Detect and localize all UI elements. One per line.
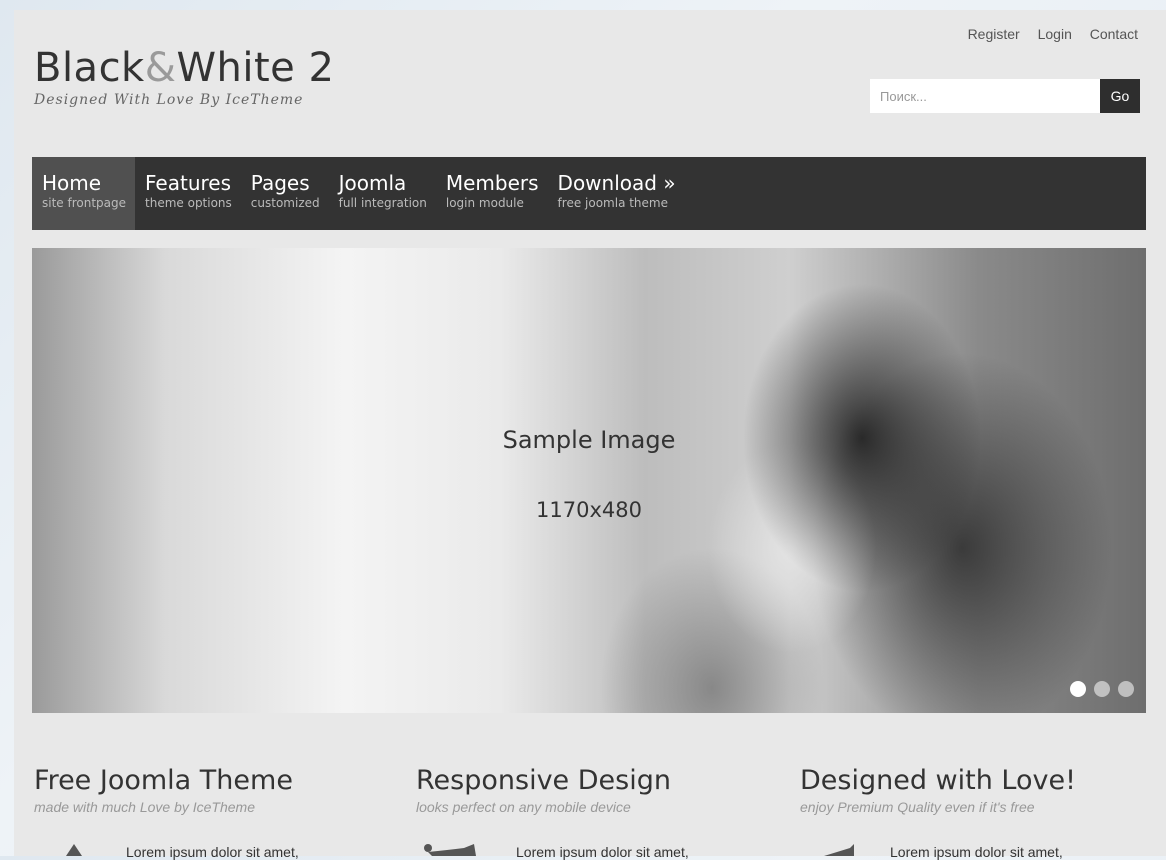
slider-dot-1[interactable] (1070, 681, 1086, 697)
nav-desc: theme options (145, 196, 232, 210)
slider-dot-2[interactable] (1094, 681, 1110, 697)
nav-item-pages[interactable]: Pages customized (241, 157, 329, 230)
nav-label: Features (145, 171, 232, 195)
main-nav: Home site frontpage Features theme optio… (32, 157, 1146, 230)
nav-item-members[interactable]: Members login module (436, 157, 548, 230)
slider-pagination (1070, 681, 1134, 697)
nav-label: Joomla (338, 171, 407, 195)
search-input[interactable] (870, 79, 1100, 113)
nav-label: Members (445, 171, 539, 195)
logo-tagline: Designed With Love By IceTheme (34, 92, 304, 108)
logo-ampersand: & (144, 45, 177, 91)
nav-item-joomla[interactable]: Joomla full integration (329, 157, 436, 230)
search-form: Go (870, 79, 1140, 113)
nav-desc: customized (250, 196, 320, 210)
logo-word-white: White 2 (176, 45, 335, 91)
feature-title: Free Joomla Theme (34, 765, 293, 796)
nav-item-home[interactable]: Home site frontpage (32, 157, 136, 230)
nav-desc: free joomla theme (557, 196, 668, 210)
site-logo[interactable]: Black&White 2 Designed With Love By IceT… (34, 46, 334, 108)
feature-body: Lorem ipsum dolor sit amet, (126, 844, 299, 860)
nav-desc: login module (445, 196, 524, 210)
heart-icon (824, 844, 854, 856)
feature-block: Responsive Design looks perfect on any m… (416, 765, 776, 860)
feature-title: Designed with Love! (800, 765, 1076, 796)
nav-label: Home (42, 171, 102, 195)
register-link[interactable]: Register (968, 26, 1020, 42)
devices-icon (424, 844, 476, 856)
feature-tagline: looks perfect on any mobile device (416, 799, 631, 815)
feature-tagline: enjoy Premium Quality even if it's free (800, 799, 1035, 815)
nav-item-download[interactable]: Download » free joomla theme (548, 157, 685, 230)
search-go-button[interactable]: Go (1100, 79, 1140, 113)
slider-dot-3[interactable] (1118, 681, 1134, 697)
nav-label: Download » (557, 171, 676, 195)
nav-item-features[interactable]: Features theme options (135, 157, 241, 230)
nav-desc: full integration (338, 196, 427, 210)
logo-title: Black&White 2 (34, 46, 334, 90)
nav-desc: site frontpage (42, 196, 127, 210)
feature-block: Free Joomla Theme made with much Love by… (34, 765, 394, 860)
nav-label: Pages (250, 171, 310, 195)
feature-body: Lorem ipsum dolor sit amet, (516, 844, 689, 860)
feature-title: Responsive Design (416, 765, 671, 796)
feature-tagline: made with much Love by IceTheme (34, 799, 255, 815)
slide-title: Sample Image (502, 426, 676, 454)
triangle-icon (66, 844, 82, 856)
top-links: Register Login Contact (954, 26, 1138, 42)
login-link[interactable]: Login (1038, 26, 1072, 42)
slide-size-label: 1170x480 (536, 498, 642, 522)
feature-block: Designed with Love! enjoy Premium Qualit… (800, 765, 1160, 860)
page-container: Black&White 2 Designed With Love By IceT… (14, 10, 1166, 860)
image-slider[interactable]: Sample Image 1170x480 (32, 248, 1146, 713)
logo-word-black: Black (34, 45, 145, 91)
contact-link[interactable]: Contact (1090, 26, 1138, 42)
feature-body: Lorem ipsum dolor sit amet, (890, 844, 1063, 860)
